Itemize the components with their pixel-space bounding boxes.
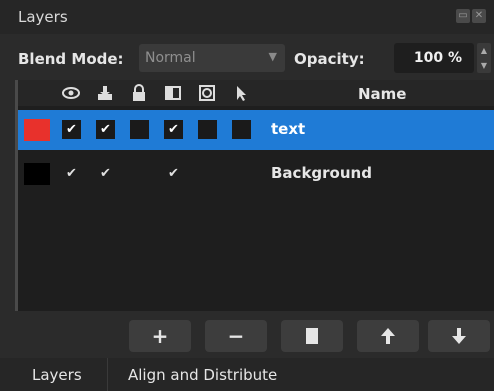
lock-toggle[interactable] <box>130 164 149 183</box>
lock-icon[interactable] <box>130 84 148 102</box>
opacity-mask-icon[interactable] <box>164 84 182 102</box>
close-icon[interactable]: ✕ <box>472 9 486 23</box>
mask-icon[interactable] <box>198 84 216 102</box>
blend-opacity-row: Blend Mode: Normal ▼ Opacity: 100 % ▲ ▼ <box>0 38 494 78</box>
panel-tabs: Layers Align and Distribute <box>0 358 494 391</box>
layers-table: Name ✔ ✔ ✔ text ✔ ✔ ✔ Background <box>15 80 494 311</box>
minus-icon: − <box>227 324 245 348</box>
mask-toggle[interactable] <box>198 120 217 139</box>
blend-mode-value: Normal <box>145 50 196 66</box>
tab-align-and-distribute[interactable]: Align and Distribute <box>128 366 277 384</box>
opacity-label: Opacity: <box>294 50 365 68</box>
visibility-eye-icon[interactable] <box>62 84 80 102</box>
move-layer-down-button[interactable] <box>428 320 490 352</box>
blend-mode-label: Blend Mode: <box>18 50 124 68</box>
blend-mode-select[interactable]: Normal ▼ <box>139 44 285 72</box>
print-export-icon[interactable] <box>96 84 114 102</box>
panel-window-controls: ▭ ✕ <box>456 9 486 23</box>
opacity-field[interactable]: 100 % <box>394 43 474 73</box>
layer-row-text[interactable]: ✔ ✔ ✔ text <box>18 110 494 150</box>
add-layer-button[interactable]: + <box>129 320 191 352</box>
remove-layer-button[interactable]: − <box>205 320 267 352</box>
visibility-toggle[interactable]: ✔ <box>62 120 81 139</box>
layers-table-header: Name <box>18 80 494 106</box>
layer-row-background[interactable]: ✔ ✔ ✔ Background <box>18 154 494 194</box>
duplicate-layer-button[interactable] <box>281 320 343 352</box>
visibility-toggle[interactable]: ✔ <box>62 164 81 183</box>
move-layer-up-button[interactable] <box>357 320 419 352</box>
opacity-value: 100 % <box>413 50 462 66</box>
panel-title: Layers <box>18 8 68 26</box>
layer-name[interactable]: text <box>271 120 305 138</box>
print-toggle[interactable]: ✔ <box>96 164 115 183</box>
tab-layers[interactable]: Layers <box>32 366 82 384</box>
layer-color-swatch[interactable] <box>24 163 50 185</box>
select-toggle[interactable] <box>232 164 251 183</box>
page-icon <box>306 328 318 344</box>
name-column-header[interactable]: Name <box>358 85 406 103</box>
arrow-up-icon <box>381 328 395 344</box>
tab-divider <box>107 358 108 391</box>
plus-icon: + <box>151 324 169 348</box>
pointer-select-icon[interactable] <box>232 84 250 102</box>
lock-toggle[interactable] <box>130 120 149 139</box>
layers-panel: Layers ▭ ✕ Blend Mode: Normal ▼ Opacity:… <box>0 0 494 391</box>
collapse-icon[interactable]: ▭ <box>456 9 470 23</box>
stepper-down-icon[interactable]: ▼ <box>477 58 491 73</box>
layer-color-swatch[interactable] <box>24 119 50 141</box>
select-toggle[interactable] <box>232 120 251 139</box>
chevron-down-icon: ▼ <box>268 50 277 63</box>
arrow-down-icon <box>452 328 466 344</box>
stepper-up-icon[interactable]: ▲ <box>477 43 491 58</box>
opacity-toggle[interactable]: ✔ <box>164 120 183 139</box>
mask-toggle[interactable] <box>198 164 217 183</box>
panel-titlebar: Layers ▭ ✕ <box>0 0 494 34</box>
layer-name[interactable]: Background <box>271 164 372 182</box>
print-toggle[interactable]: ✔ <box>96 120 115 139</box>
layer-actions-bar: + − <box>0 318 494 354</box>
opacity-toggle[interactable]: ✔ <box>164 164 183 183</box>
opacity-stepper[interactable]: ▲ ▼ <box>477 43 491 73</box>
